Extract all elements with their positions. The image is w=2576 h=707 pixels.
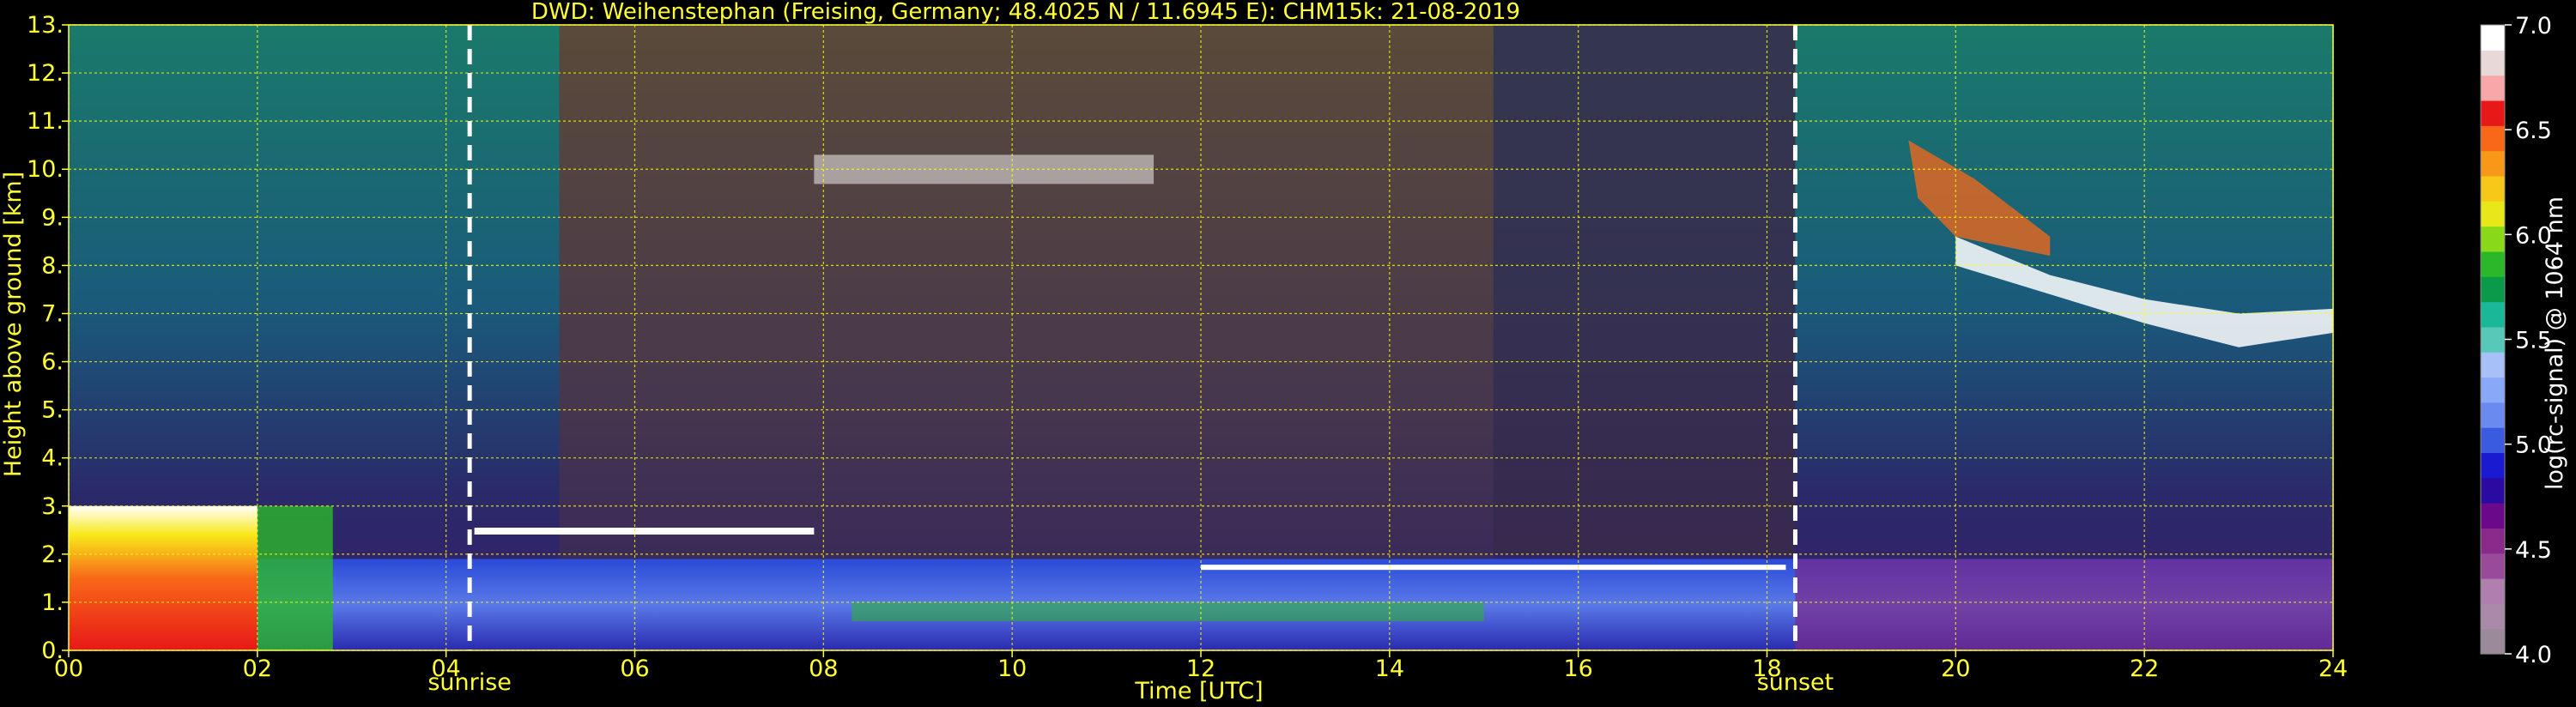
colorbar-segment — [2481, 477, 2505, 504]
y-tick-label: 13. — [27, 12, 64, 39]
afternoon-cloud-line — [1201, 565, 1786, 571]
colorbar-tick-label: 4.0 — [2515, 642, 2552, 668]
transition-layer — [257, 505, 333, 650]
x-tick-label: 18 — [1752, 656, 1781, 682]
colorbar-segment — [2481, 553, 2505, 579]
colorbar-segment — [2481, 402, 2505, 428]
colorbar-segment — [2481, 226, 2505, 252]
y-tick-label: 10. — [27, 156, 64, 183]
colorbar-segment — [2481, 201, 2505, 227]
y-tick-label: 8. — [41, 252, 64, 279]
x-tick-label: 20 — [1941, 656, 1970, 682]
x-tick-label: 24 — [2318, 656, 2348, 682]
colorbar-segment — [2481, 528, 2505, 554]
colorbar-label: log(rc-signal) @ 1064 nm — [2542, 196, 2568, 490]
colorbar-segment — [2481, 301, 2505, 328]
colorbar-segment — [2481, 503, 2505, 529]
y-tick-label: 12. — [27, 60, 64, 87]
evening-noise-region — [1493, 25, 1796, 554]
x-axis-label: Time [UTC] — [1134, 678, 1263, 704]
colorbar-segment — [2481, 276, 2505, 303]
y-tick-label: 1. — [41, 589, 64, 616]
high-cloud-patch — [814, 154, 1155, 184]
x-tick-label: 22 — [2130, 656, 2159, 682]
colorbar-tick-label: 6.5 — [2515, 118, 2552, 144]
colorbar-segment — [2481, 352, 2505, 378]
colorbar-segment — [2481, 75, 2505, 101]
y-tick-label: 6. — [41, 349, 64, 376]
colorbar-segment — [2481, 603, 2505, 630]
colorbar-segment — [2481, 125, 2505, 152]
x-tick-label: 08 — [809, 656, 838, 682]
colorbar-segment — [2481, 150, 2505, 177]
early-cloud-layer — [69, 505, 258, 650]
chart-title: DWD: Weihenstephan (Freising, Germany; 4… — [531, 0, 1520, 25]
colorbar-segment — [2481, 100, 2505, 126]
night-residual-layer — [1795, 559, 2333, 650]
colorbar-segment — [2481, 377, 2505, 403]
daytime-noise-region — [559, 25, 1494, 565]
colorbar-segment — [2481, 50, 2505, 76]
x-tick-label: 16 — [1563, 656, 1592, 682]
colorbar-segment — [2481, 628, 2505, 655]
y-tick-label: 3. — [41, 493, 64, 520]
y-tick-label: 4. — [41, 445, 64, 472]
colorbar-segment — [2481, 578, 2505, 604]
y-tick-label: 9. — [41, 204, 64, 231]
y-tick-label: 0. — [41, 638, 64, 664]
x-tick-label: 06 — [620, 656, 649, 682]
colorbar-segment — [2481, 251, 2505, 277]
y-tick-label: 7. — [41, 300, 64, 327]
colorbar-tick-label: 4.5 — [2515, 537, 2552, 564]
y-tick-label: 11. — [27, 108, 64, 135]
colorbar-segment — [2481, 326, 2505, 353]
colorbar-segment — [2481, 427, 2505, 454]
y-tick-label: 2. — [41, 541, 64, 568]
colorbar-segment — [2481, 452, 2505, 479]
colorbar-segment — [2481, 25, 2505, 51]
x-tick-label: 14 — [1375, 656, 1404, 682]
y-axis-label: Height above ground [km] — [0, 172, 27, 477]
ceilometer-chart: sunrise sunset 00 02 04 06 08 10 12 14 16 18 20 22 24… — [0, 0, 2568, 704]
y-tick-label: 5. — [41, 397, 64, 424]
cloud-base-line — [474, 528, 815, 535]
x-tick-label: 10 — [997, 656, 1027, 682]
colorbar-segment — [2481, 175, 2505, 202]
x-tick-label: 04 — [431, 656, 460, 682]
x-tick-label: 02 — [243, 656, 272, 682]
colorbar-tick-label: 7.0 — [2515, 13, 2552, 39]
